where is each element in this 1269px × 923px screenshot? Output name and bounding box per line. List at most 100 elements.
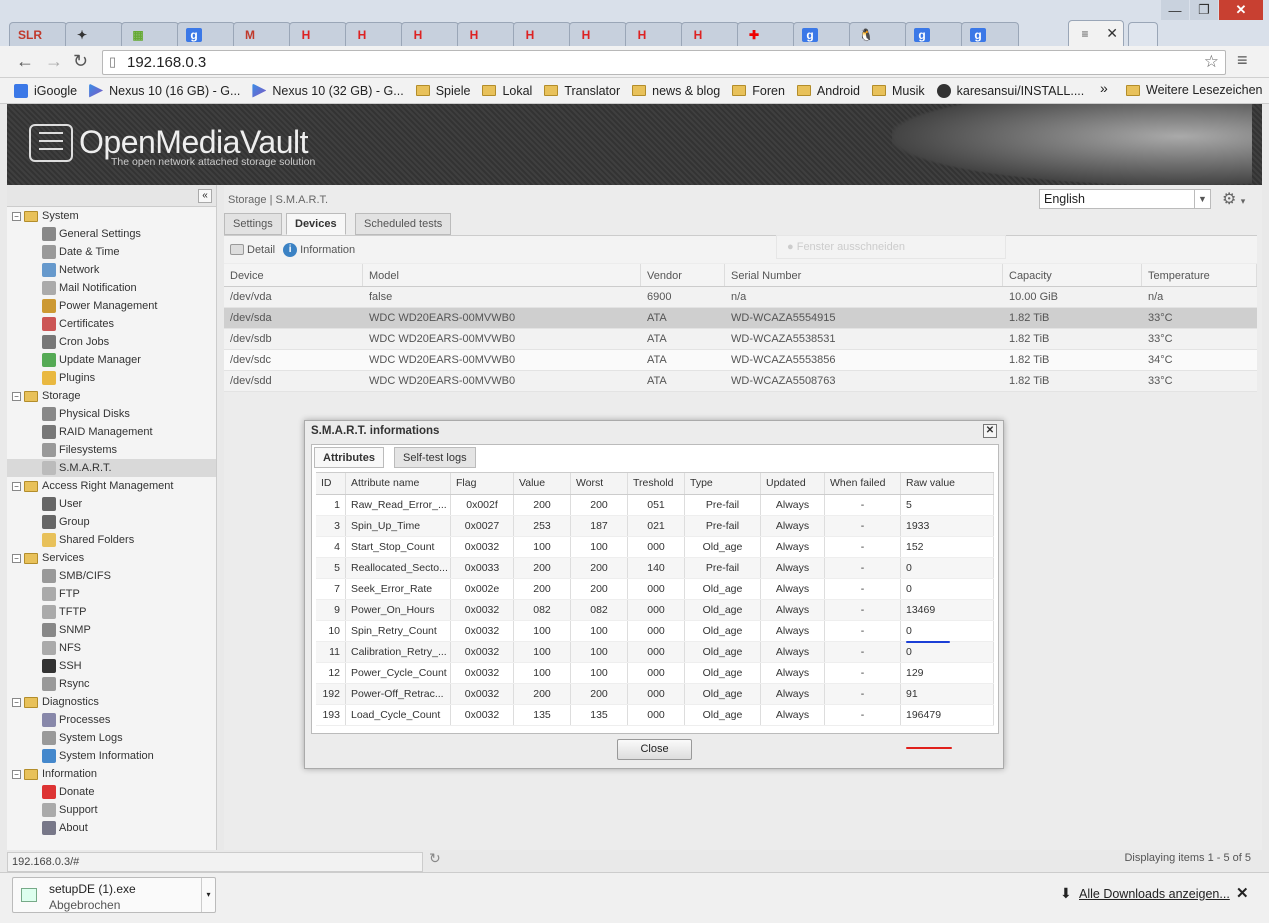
nav-item[interactable]: Update Manager (7, 351, 216, 369)
nav-item[interactable]: S.M.A.R.T. (7, 459, 216, 477)
bookmark-item[interactable]: Translator (544, 84, 620, 98)
tab-devices[interactable]: Devices (286, 213, 346, 235)
browser-tab[interactable]: H (513, 22, 571, 46)
browser-tab[interactable]: ✚ (737, 22, 795, 46)
collapse-toggle-icon[interactable]: − (12, 553, 21, 563)
browser-tab[interactable]: ≡ ✕ (1068, 20, 1124, 46)
nav-group[interactable]: − Storage (7, 387, 216, 405)
table-row[interactable]: 192 Power-Off_Retrac... 0x0032 200 200 000 Old… (316, 684, 994, 705)
nav-item[interactable]: General Settings (7, 225, 216, 243)
column-header[interactable]: Device (224, 264, 363, 286)
nav-group[interactable]: − Access Right Management (7, 477, 216, 495)
nav-item[interactable]: System Information (7, 747, 216, 765)
nav-group[interactable]: − Services (7, 549, 216, 567)
browser-tab[interactable]: g (905, 22, 963, 46)
bookmark-item[interactable]: news & blog (632, 84, 720, 98)
bookmark-item[interactable]: Musik (872, 84, 925, 98)
table-row[interactable]: 1 Raw_Read_Error_... 0x002f 200 200 051 Pre-fa… (316, 495, 994, 516)
nav-item[interactable]: FTP (7, 585, 216, 603)
table-row[interactable]: 5 Reallocated_Secto... 0x0033 200 200 140 Pre-… (316, 558, 994, 579)
information-button[interactable]: i Information (283, 242, 355, 257)
nav-item[interactable]: RAID Management (7, 423, 216, 441)
browser-tab[interactable]: H (401, 22, 459, 46)
bookmark-item[interactable]: Nexus 10 (32 GB) - G... (252, 83, 404, 98)
table-row[interactable]: 12 Power_Cycle_Count 0x0032 100 100 000 Old_ag… (316, 663, 994, 684)
language-select[interactable]: English ▼ (1039, 189, 1211, 209)
nav-item[interactable]: SSH (7, 657, 216, 675)
browser-tab[interactable]: M (233, 22, 291, 46)
bookmark-item[interactable]: Spiele (415, 84, 470, 98)
column-header[interactable]: Worst (571, 473, 628, 494)
column-header[interactable]: Raw value (901, 473, 994, 494)
collapse-toggle-icon[interactable]: − (12, 769, 21, 779)
bookmark-item[interactable]: Lokal (482, 84, 532, 98)
dialog-tab[interactable]: Self-test logs (394, 447, 476, 468)
column-header[interactable]: Temperature (1142, 264, 1257, 286)
column-header[interactable]: Flag (451, 473, 514, 494)
browser-tab[interactable]: g (177, 22, 235, 46)
chevron-down-icon[interactable]: ▾ (201, 878, 215, 912)
back-arrow-icon[interactable]: ← (16, 51, 34, 72)
collapse-toggle-icon[interactable]: − (12, 211, 21, 221)
bookmark-item[interactable]: Nexus 10 (16 GB) - G... (89, 83, 240, 98)
collapse-toggle-icon[interactable]: − (12, 391, 21, 401)
nav-item[interactable]: Shared Folders (7, 531, 216, 549)
column-header[interactable]: Treshold (628, 473, 685, 494)
close-downloads-icon[interactable]: ✕ (1236, 884, 1249, 902)
table-row[interactable]: /dev/sdd WDC WD20EARS-00MVWB0 ATA WD-WCAZA5… (224, 371, 1257, 392)
reload-icon[interactable]: ↻ (73, 51, 88, 72)
bookmark-item[interactable]: Android (796, 84, 860, 98)
refresh-icon[interactable]: ↻ (429, 850, 441, 867)
dialog-tab[interactable]: Attributes (314, 447, 384, 468)
column-header[interactable]: Attribute name (346, 473, 451, 494)
other-bookmarks[interactable]: Weitere Lesezeichen (1126, 83, 1263, 97)
detail-button[interactable]: Detail (230, 244, 275, 256)
table-row[interactable]: 10 Spin_Retry_Count 0x0032 100 100 000 Old_age… (316, 621, 994, 642)
collapse-toggle-icon[interactable]: − (12, 481, 21, 491)
download-item[interactable]: setupDE (1).exe Abgebrochen ▾ (12, 877, 216, 913)
nav-item[interactable]: SMB/CIFS (7, 567, 216, 585)
browser-tab[interactable]: g (961, 22, 1019, 46)
show-all-downloads-link[interactable]: Alle Downloads anzeigen... (1079, 887, 1230, 901)
nav-item[interactable]: Mail Notification (7, 279, 216, 297)
nav-group[interactable]: − System (7, 207, 216, 225)
table-row[interactable]: 9 Power_On_Hours 0x0032 082 082 000 Old_age Alw… (316, 600, 994, 621)
column-header[interactable]: Model (363, 264, 641, 286)
nav-item[interactable]: Processes (7, 711, 216, 729)
browser-tab[interactable]: SLR (9, 22, 67, 46)
close-button[interactable]: Close (617, 739, 692, 760)
collapse-toggle-icon[interactable]: − (12, 697, 21, 707)
nav-item[interactable]: Filesystems (7, 441, 216, 459)
table-row[interactable]: 193 Load_Cycle_Count 0x0032 135 135 000 Old_ag… (316, 705, 994, 726)
forward-arrow-icon[interactable]: → (45, 51, 63, 72)
browser-tab[interactable]: ✦ (65, 22, 123, 46)
table-row[interactable]: 3 Spin_Up_Time 0x0027 253 187 021 Pre-fail Alwa… (316, 516, 994, 537)
browser-tab[interactable]: H (457, 22, 515, 46)
nav-item[interactable]: Plugins (7, 369, 216, 387)
browser-tab[interactable]: H (625, 22, 683, 46)
browser-tab[interactable]: H (345, 22, 403, 46)
bookmark-item[interactable]: iGoogle (14, 83, 77, 98)
table-row[interactable]: /dev/vda false 6900 n/a 10.00 GiB n/a (224, 287, 1257, 308)
browser-tab[interactable]: 🐧 (849, 22, 907, 46)
nav-item[interactable]: Physical Disks (7, 405, 216, 423)
close-tab-icon[interactable]: ✕ (1106, 25, 1118, 42)
nav-item[interactable]: Certificates (7, 315, 216, 333)
table-row[interactable]: /dev/sdb WDC WD20EARS-00MVWB0 ATA WD-WCAZA5… (224, 329, 1257, 350)
browser-tab[interactable]: g (793, 22, 851, 46)
nav-item[interactable]: Rsync (7, 675, 216, 693)
column-header[interactable]: ID (316, 473, 346, 494)
menu-icon[interactable]: ≡ (1237, 50, 1248, 71)
close-icon[interactable]: ✕ (983, 424, 997, 438)
table-row[interactable]: /dev/sda WDC WD20EARS-00MVWB0 ATA WD-WCAZA5… (224, 308, 1257, 329)
nav-item[interactable]: Group (7, 513, 216, 531)
more-bookmarks-icon[interactable]: » (1100, 80, 1108, 96)
column-header[interactable]: Value (514, 473, 571, 494)
table-row[interactable]: 4 Start_Stop_Count 0x0032 100 100 000 Old_age A… (316, 537, 994, 558)
nav-item[interactable]: Network (7, 261, 216, 279)
new-tab-button[interactable] (1128, 22, 1158, 46)
browser-tab[interactable]: ▦ (121, 22, 179, 46)
table-row[interactable]: 7 Seek_Error_Rate 0x002e 200 200 000 Old_age Al… (316, 579, 994, 600)
star-icon[interactable]: ☆ (1204, 52, 1219, 72)
column-header[interactable]: Type (685, 473, 761, 494)
